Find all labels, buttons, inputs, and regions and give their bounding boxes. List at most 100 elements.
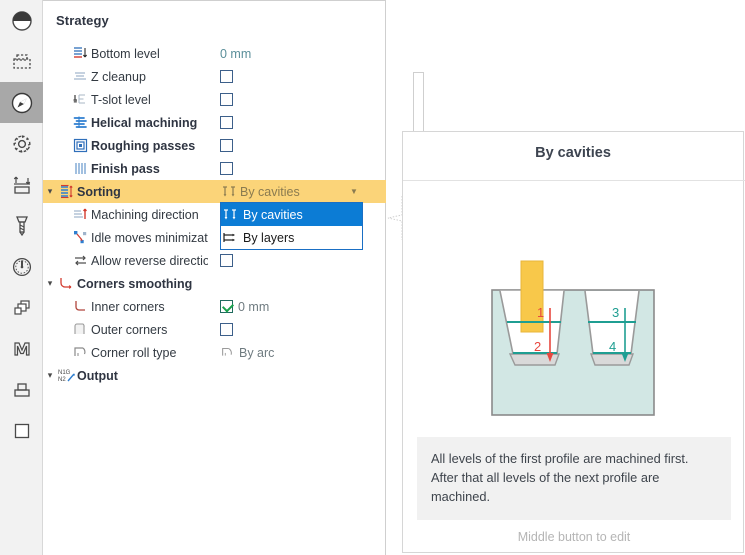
indent-spacer: v: [57, 157, 71, 180]
rail-item-feeds-speeds[interactable]: [0, 246, 43, 287]
tree-row-label: Outer corners: [91, 322, 168, 337]
pie-view-icon: [11, 10, 33, 32]
end-mill-tool-icon: [12, 214, 32, 238]
tree-row-inner-corners[interactable]: v v Inner corners 0 mm: [43, 295, 386, 318]
square-icon: [11, 420, 33, 442]
preview-card-divider: [403, 180, 745, 181]
reverse-direction-icon: [71, 251, 90, 270]
tree-row-label: Idle moves minimization: [91, 230, 208, 245]
diagram-label-4: 4: [609, 339, 616, 354]
indent-spacer: v: [57, 318, 71, 341]
tree-row-label: Finish pass: [91, 161, 160, 176]
outer-corners-checkbox[interactable]: [220, 323, 233, 336]
rail-item-layers[interactable]: [0, 287, 43, 328]
gauge-icon: [11, 256, 33, 278]
by-cavities-icon: [220, 185, 240, 199]
z-cleanup-value[interactable]: [220, 65, 233, 88]
rail-item-tool[interactable]: [0, 205, 43, 246]
helical-machining-value[interactable]: [220, 111, 233, 134]
dropdown-option-by-layers[interactable]: By layers: [221, 226, 362, 249]
bottom-level-value-text: 0 mm: [220, 46, 252, 61]
tree-row-t-slot-level[interactable]: v v T-slot level: [43, 88, 386, 111]
dropdown-option-label: By cavities: [243, 207, 303, 222]
tree-row-output[interactable]: ▾ N1G N2 Output: [43, 364, 386, 387]
rail-item-fixture[interactable]: [0, 369, 43, 410]
svg-text:N2: N2: [58, 377, 66, 383]
inner-corners-value[interactable]: 0 mm: [220, 295, 269, 318]
twisty-placeholder: v: [43, 111, 57, 134]
rail-item-compass[interactable]: [0, 82, 43, 123]
rail-item-machining-levels[interactable]: [0, 164, 43, 205]
twisty-output[interactable]: ▾: [43, 364, 57, 387]
tree-row-z-cleanup[interactable]: v v Z cleanup: [43, 65, 386, 88]
dropdown-option-by-cavities[interactable]: By cavities: [221, 203, 362, 226]
corner-roll-type-value[interactable]: By arc: [220, 341, 274, 364]
tree-row-label: Roughing passes: [91, 138, 196, 153]
indent-spacer: v: [57, 249, 71, 272]
t-slot-level-value[interactable]: [220, 88, 233, 111]
tree-row-label: Helical machining: [91, 115, 198, 130]
property-tree: v v Bottom level 0 mm: [43, 42, 386, 387]
t-slot-level-icon: [71, 90, 90, 109]
chevron-down-icon[interactable]: ▼: [345, 187, 363, 196]
inner-corners-checkbox[interactable]: [220, 300, 233, 313]
preview-card-hint: Middle button to edit: [517, 530, 631, 544]
tree-row-label: Bottom level: [91, 46, 160, 61]
tree-row-helical-machining[interactable]: v v Helical machining: [43, 111, 386, 134]
by-cavities-icon: [221, 208, 243, 222]
compass-icon: [10, 91, 34, 115]
finish-pass-checkbox[interactable]: [220, 162, 233, 175]
callout-pointer-icon: [387, 196, 403, 240]
twisty-placeholder: v: [43, 341, 57, 364]
tree-row-label: Output: [77, 368, 118, 383]
idle-moves-icon: [71, 228, 90, 247]
layers-icon: [10, 297, 34, 319]
indent-spacer: v: [57, 65, 71, 88]
outer-corners-value[interactable]: [220, 318, 233, 341]
panel-top-divider: [43, 0, 386, 1]
strategy-properties-panel: Strategy v v Bottom level: [43, 0, 424, 555]
roughing-passes-value[interactable]: [220, 134, 233, 157]
tree-row-finish-pass[interactable]: v v Finish pass: [43, 157, 386, 180]
tree-row-allow-reverse-direction[interactable]: v v Allow reverse direction: [43, 249, 386, 272]
sorting-dropdown-list[interactable]: By cavities By layers: [220, 202, 363, 250]
rail-item-settings[interactable]: [0, 123, 43, 164]
roughing-passes-checkbox[interactable]: [220, 139, 233, 152]
twisty-placeholder: v: [43, 203, 57, 226]
corner-roll-icon: [71, 343, 90, 362]
z-cleanup-checkbox[interactable]: [220, 70, 233, 83]
twisty-corners-smoothing[interactable]: ▾: [43, 272, 57, 295]
twisty-placeholder: v: [43, 42, 57, 65]
rail-item-pie-view[interactable]: [0, 0, 43, 41]
twisty-sorting[interactable]: ▾: [43, 180, 57, 203]
indent-spacer: v: [57, 226, 71, 249]
tree-row-roughing-passes[interactable]: v v Roughing passes: [43, 134, 386, 157]
indent-spacer: v: [57, 88, 71, 111]
finish-pass-value[interactable]: [220, 157, 233, 180]
bottom-level-value[interactable]: 0 mm: [220, 42, 251, 65]
tree-row-label: Z cleanup: [91, 69, 146, 84]
tree-row-corner-roll-type[interactable]: v v Corner roll type: [43, 341, 386, 364]
sorting-combo-value: By cavities: [240, 184, 300, 199]
m-letter-icon: [11, 338, 33, 360]
allow-reverse-direction-checkbox[interactable]: [220, 254, 233, 267]
tree-row-label: Allow reverse direction: [91, 253, 208, 268]
rail-item-part[interactable]: [0, 410, 43, 451]
sorting-combo-box[interactable]: By cavities ▼: [220, 181, 363, 202]
helical-machining-checkbox[interactable]: [220, 116, 233, 129]
indent-spacer: v: [57, 134, 71, 157]
indent-spacer: v: [57, 42, 71, 65]
twisty-placeholder: v: [43, 226, 57, 249]
corner-roll-type-text: By arc: [239, 345, 275, 360]
tree-row-bottom-level[interactable]: v v Bottom level 0 mm: [43, 42, 386, 65]
tree-row-sorting[interactable]: ▾ Sorting By cavities ▼ By cavities By l…: [43, 180, 386, 250]
rail-item-stock[interactable]: [0, 41, 43, 82]
rail-item-macro[interactable]: [0, 328, 43, 369]
tree-row-corners-smoothing[interactable]: ▾ Corners smoothing: [43, 272, 386, 295]
allow-reverse-direction-value[interactable]: [220, 249, 233, 272]
t-slot-level-checkbox[interactable]: [220, 93, 233, 106]
twisty-placeholder: v: [43, 157, 57, 180]
preview-card-description: All levels of the first profile are mach…: [417, 437, 731, 520]
tree-row-outer-corners[interactable]: v v Outer corners: [43, 318, 386, 341]
twisty-placeholder: v: [43, 318, 57, 341]
